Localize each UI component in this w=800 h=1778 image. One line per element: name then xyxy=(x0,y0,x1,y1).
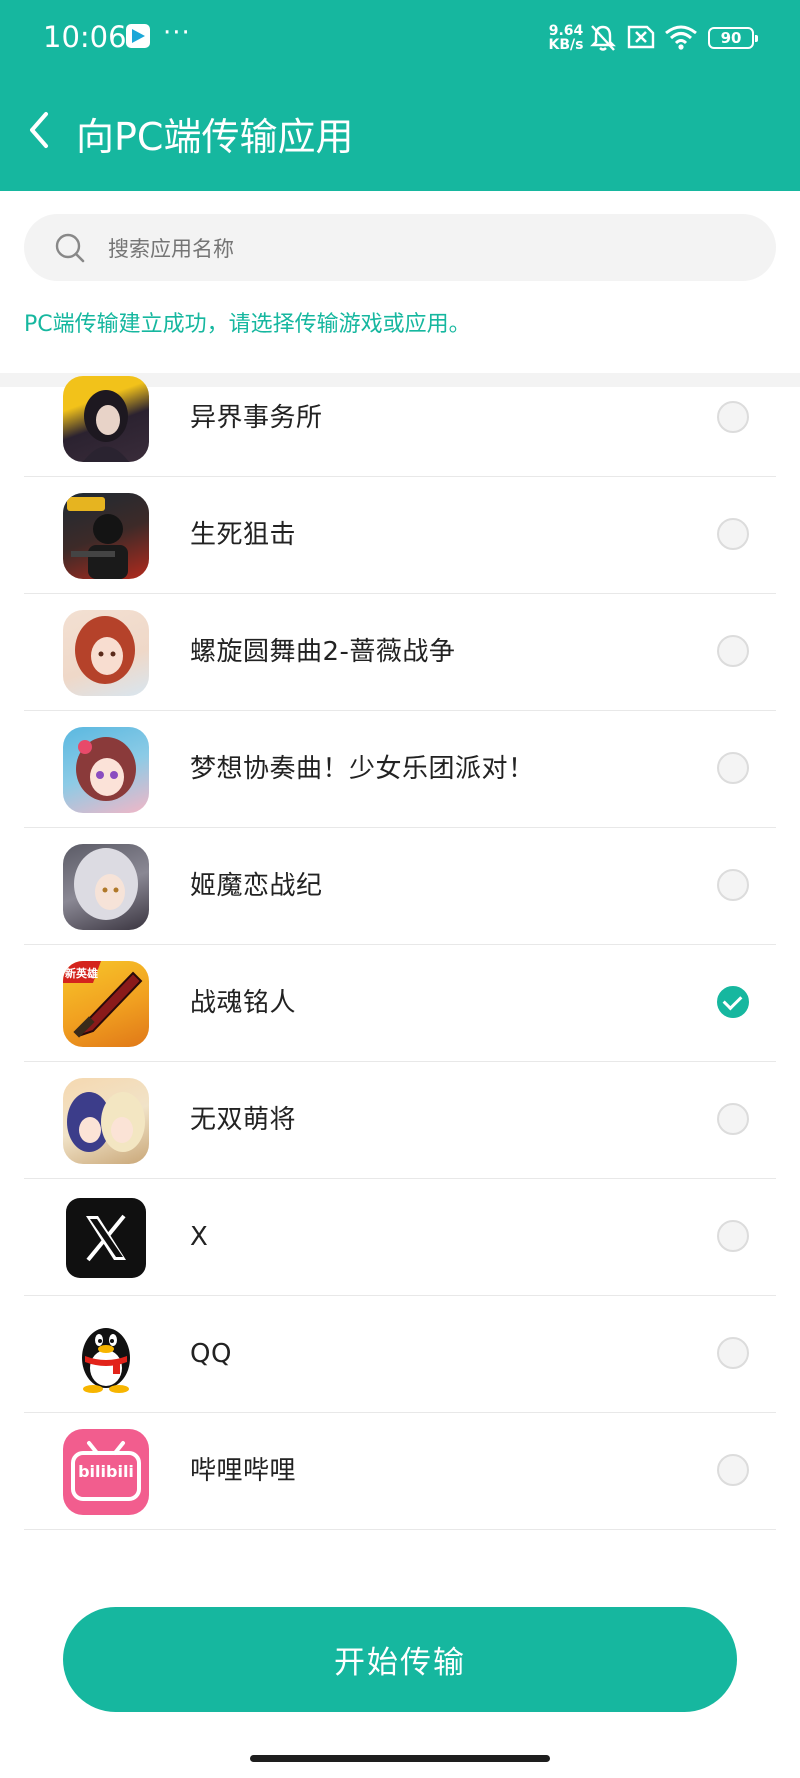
search-input[interactable] xyxy=(106,214,730,283)
status-message: PC端传输建立成功，请选择传输游戏或应用。 xyxy=(24,312,471,337)
search-bar[interactable] xyxy=(24,214,776,283)
select-radio-checked[interactable] xyxy=(717,986,749,1018)
select-radio[interactable] xyxy=(717,1337,749,1369)
app-icon-game xyxy=(63,727,149,813)
qq-penguin-icon xyxy=(82,1328,130,1393)
app-header: 10:06 ··· 9.64 KB/s 90 向PC端传输应用 xyxy=(0,0,800,191)
app-icon-game: 新英雄 xyxy=(63,961,149,1047)
app-name: 哔哩哔哩 xyxy=(190,1456,297,1486)
app-name: 姬魔恋战纪 xyxy=(190,871,323,901)
sim-blocked-icon xyxy=(627,25,655,49)
app-name: X xyxy=(190,1222,209,1252)
status-time: 10:06 xyxy=(43,20,127,54)
select-radio[interactable] xyxy=(717,635,749,667)
app-name: 战魂铭人 xyxy=(190,988,297,1018)
bell-muted-icon xyxy=(590,25,616,51)
select-radio[interactable] xyxy=(717,1454,749,1486)
app-row[interactable]: bilibili 哔哩哔哩 xyxy=(24,1413,776,1530)
game-icon-soldier xyxy=(67,497,128,579)
app-row[interactable]: 异界事务所 xyxy=(24,370,776,477)
bilibili-icon-text: bilibili xyxy=(78,1462,134,1481)
home-indicator[interactable] xyxy=(250,1755,550,1762)
more-notifications-icon: ··· xyxy=(163,18,191,48)
app-row[interactable]: 姬魔恋战纪 xyxy=(24,828,776,945)
select-radio[interactable] xyxy=(717,1103,749,1135)
app-row[interactable]: QQ xyxy=(24,1296,776,1413)
game-icon-band-girl xyxy=(76,737,136,801)
app-name: 螺旋圆舞曲2-蔷薇战争 xyxy=(190,637,456,667)
app-icon: bilibili xyxy=(63,1429,149,1515)
app-icon xyxy=(63,1195,149,1281)
app-icon-game xyxy=(63,376,149,462)
status-bar: 10:06 ··· 9.64 KB/s 90 xyxy=(0,0,800,78)
select-radio[interactable] xyxy=(717,518,749,550)
app-icon-game xyxy=(63,493,149,579)
wifi-icon xyxy=(665,25,697,50)
app-row[interactable]: 生死狙击 xyxy=(24,477,776,594)
app-list: 异界事务所 生死狙击 螺旋圆舞曲2-蔷薇战争 梦想协奏曲！少女乐团派对！ 姬魔恋… xyxy=(0,370,800,1548)
x-logo-icon xyxy=(66,1198,146,1278)
app-icon-game xyxy=(63,610,149,696)
search-icon xyxy=(55,233,85,263)
battery-icon: 90 xyxy=(708,27,758,49)
game-icon-two-girls xyxy=(67,1092,145,1152)
app-name: 无双萌将 xyxy=(190,1105,297,1135)
app-row[interactable]: X xyxy=(24,1179,776,1296)
start-transfer-button[interactable]: 开始传输 xyxy=(63,1607,737,1712)
app-icon-badge: 新英雄 xyxy=(65,967,98,980)
app-icon xyxy=(63,1312,149,1398)
app-row[interactable]: 新英雄 战魂铭人 xyxy=(24,945,776,1062)
select-radio[interactable] xyxy=(717,869,749,901)
app-name: 生死狙击 xyxy=(190,520,297,550)
select-radio[interactable] xyxy=(717,1220,749,1252)
app-icon-game xyxy=(63,1078,149,1164)
app-store-icon xyxy=(126,24,150,48)
app-row[interactable]: 螺旋圆舞曲2-蔷薇战争 xyxy=(24,594,776,711)
select-radio[interactable] xyxy=(717,401,749,433)
app-name: 梦想协奏曲！少女乐团派对！ xyxy=(190,754,535,784)
net-speed-unit: KB/s xyxy=(548,37,584,53)
net-speed-value: 9.64 xyxy=(548,23,584,39)
app-name: QQ xyxy=(190,1339,232,1369)
app-row[interactable]: 梦想协奏曲！少女乐团派对！ xyxy=(24,711,776,828)
back-button[interactable] xyxy=(24,108,54,152)
game-icon-dark-anime xyxy=(83,390,129,462)
select-radio[interactable] xyxy=(717,752,749,784)
app-name: 异界事务所 xyxy=(190,403,323,433)
app-row[interactable]: 无双萌将 xyxy=(24,1062,776,1179)
net-speed: 9.64 KB/s xyxy=(546,24,586,52)
app-icon-game xyxy=(63,844,149,930)
page-title: 向PC端传输应用 xyxy=(76,115,354,159)
chevron-left-icon xyxy=(30,112,48,148)
game-icon-silverhair-girl xyxy=(74,848,138,920)
game-icon-redhair-girl xyxy=(75,616,135,684)
